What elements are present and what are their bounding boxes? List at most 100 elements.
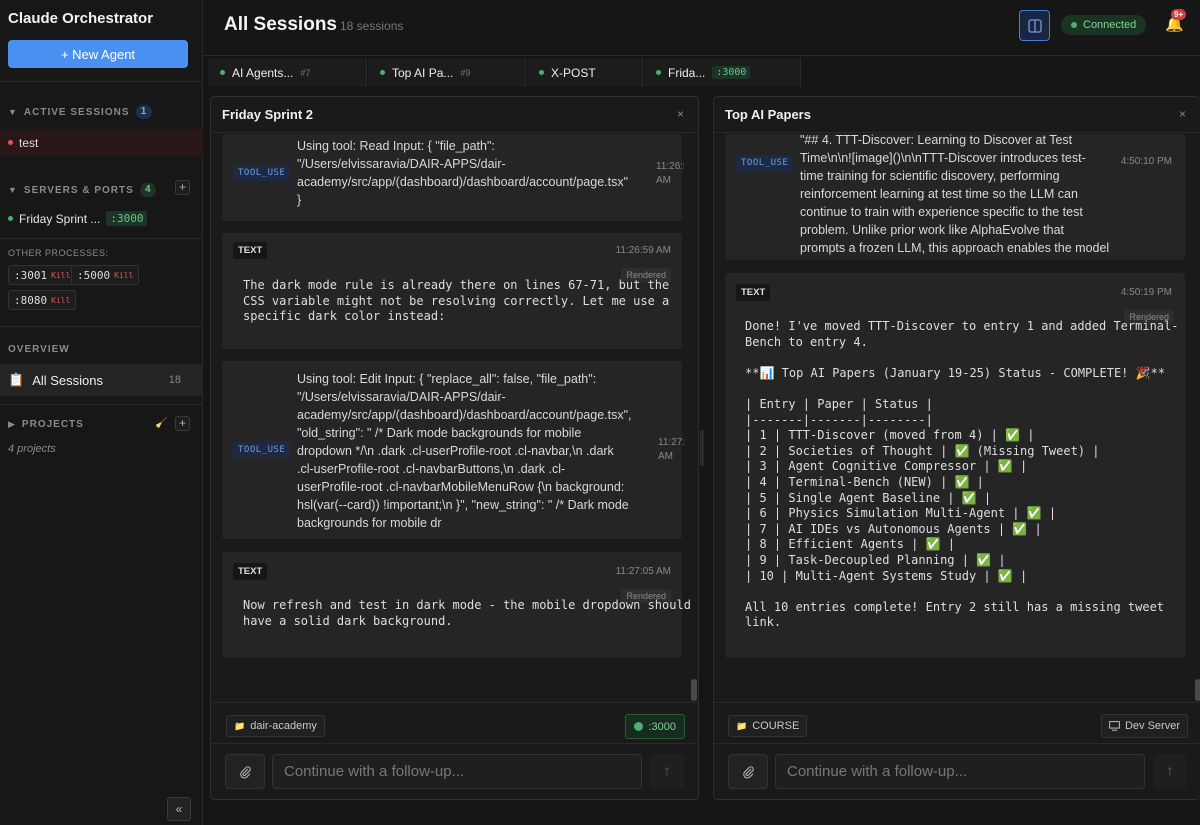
split-view-button[interactable] [1019, 10, 1050, 41]
kill-button[interactable]: Kill [114, 271, 133, 280]
tab-label: Frida... [668, 65, 706, 80]
tab-label: Top AI Pa... [392, 65, 454, 80]
status-dot [634, 722, 644, 731]
panel-title: Top AI Papers [725, 107, 811, 122]
process-chip: :8080 Kill [8, 290, 77, 310]
dev-server-button[interactable]: Dev Server [1100, 714, 1188, 738]
text-line: continue to train with experience specif… [800, 205, 1083, 219]
text-line: userProfile-root .cl-navbarMobileMenuRow… [297, 480, 625, 494]
message-feed[interactable]: TOOL_USE Using tool: Read Input: { "file… [211, 134, 698, 702]
page-title: All Sessions [224, 14, 337, 35]
status-dot [380, 70, 385, 75]
sidebar: Claude Orchestrator + New Agent ▼ ACTIVE… [0, 0, 203, 825]
input-row: ↑ [211, 743, 698, 799]
folder-icon: 📁 [234, 720, 246, 731]
server-port: :3000 [106, 211, 148, 226]
process-port: :8080 [14, 293, 48, 307]
divider [0, 404, 203, 405]
timestamp: 11:27:05 AM [615, 566, 671, 577]
broom-icon[interactable]: 🧹 [155, 418, 167, 429]
servers-count: 4 [139, 183, 156, 197]
projects-header[interactable]: ▶ PROJECTS [8, 419, 84, 430]
tab-number: #7 [300, 67, 311, 78]
other-processes-label: OTHER PROCESSES: [8, 248, 109, 258]
timestamp: 11:26:59 AM [615, 245, 671, 256]
tab-x-post[interactable]: X-POST [527, 58, 643, 87]
text-line: academy/src/app/(dashboard)/dashboard/ac… [297, 175, 629, 189]
send-button[interactable]: ↑ [650, 754, 684, 789]
all-sessions-label: All Sessions [32, 372, 103, 388]
projects-count: 4 projects [8, 443, 56, 455]
notification-badge: 9+ [1171, 9, 1187, 20]
session-item-test[interactable]: test [0, 129, 203, 156]
follow-up-input[interactable] [775, 754, 1145, 789]
session-panel-friday-sprint: Friday Sprint 2 × TOOL_USE Using tool: R… [210, 96, 699, 800]
arrow-up-icon: ↑ [663, 762, 671, 780]
timestamp: 4:50:19 PM [1120, 287, 1172, 298]
text-line: "/Users/elvissaravia/DAIR-APPS/dair- [297, 390, 506, 404]
attach-button[interactable] [225, 754, 265, 789]
tool-use-badge: TOOL_USE [233, 165, 291, 181]
scrollbar[interactable] [691, 679, 697, 701]
text-line: Using tool: Edit Input: { "replace_all":… [297, 372, 597, 386]
status-dot [8, 216, 13, 221]
session-label: test [19, 135, 39, 150]
message-text: The dark mode rule is already there on l… [243, 278, 670, 324]
text-line: } [297, 193, 302, 207]
text-line: prompts a frozen LLM, this approach enab… [800, 241, 1110, 255]
scrollbar[interactable] [1195, 679, 1200, 701]
panel-header: Friday Sprint 2 [211, 97, 698, 133]
project-label: dair-academy [250, 720, 317, 732]
follow-up-input[interactable] [272, 754, 642, 789]
status-dot [539, 70, 544, 75]
panel-resize-handle[interactable] [700, 430, 704, 466]
collapse-sidebar-button[interactable]: « [167, 797, 191, 821]
add-server-button[interactable]: + [175, 180, 190, 195]
tab-number: #9 [460, 67, 471, 78]
project-chip[interactable]: 📁 dair-academy [226, 715, 325, 737]
header: All Sessions 18 sessions Connected 🔔 9+ [203, 0, 1200, 56]
new-agent-button[interactable]: + New Agent [8, 40, 188, 68]
servers-header[interactable]: ▼ SERVERS & PORTS 4 [8, 183, 156, 197]
server-item[interactable]: Friday Sprint ... :3000 [8, 211, 148, 226]
dev-server-label: Dev Server [1124, 720, 1180, 732]
text-line: Using tool: Read Input: { "file_path": [297, 139, 495, 153]
active-sessions-header[interactable]: ▼ ACTIVE SESSIONS 1 [8, 105, 152, 119]
close-icon[interactable]: × [677, 107, 684, 121]
add-project-button[interactable]: + [175, 416, 190, 431]
send-button[interactable]: ↑ [1153, 754, 1187, 789]
close-icon[interactable]: × [1179, 107, 1186, 121]
projects-label: PROJECTS [21, 419, 84, 430]
folder-icon: 📁 [736, 720, 748, 731]
text-line: .cl-userProfile-root .cl-navbarButtons,\… [297, 462, 566, 476]
paperclip-icon [743, 765, 754, 779]
attach-button[interactable] [728, 754, 768, 789]
divider [0, 81, 203, 82]
session-count: 18 sessions [340, 19, 404, 33]
tab-label: AI Agents... [232, 65, 294, 80]
tool-use-badge: TOOL_USE [736, 155, 794, 171]
port-button[interactable]: :3000 [625, 714, 685, 739]
project-chip[interactable]: 📁 COURSE [728, 715, 808, 737]
message-feed[interactable]: TOOL_USE "## 4. TTT-Discover: Learning t… [714, 134, 1200, 702]
status-dot [656, 70, 661, 75]
chevron-right-icon: ▶ [8, 419, 16, 429]
tab-ai-agents[interactable]: AI Agents... #7 [208, 58, 367, 87]
divider [0, 238, 203, 239]
chevron-down-icon: ▼ [8, 185, 18, 195]
text-card: TEXT 4:50:19 PM Rendered Done! I've move… [725, 273, 1185, 658]
kill-button[interactable]: Kill [51, 296, 70, 305]
text-line: time training for scientific discovery, … [800, 169, 1060, 183]
text-card: TEXT 11:27:05 AM Rendered Now refresh an… [222, 552, 691, 658]
paperclip-icon [240, 765, 251, 779]
kill-button[interactable]: Kill [51, 271, 70, 280]
text-line: "old_string": " /* Dark mode backgrounds… [297, 426, 582, 440]
server-label: Friday Sprint ... [19, 211, 101, 226]
text-card: TEXT 11:26:59 AM Rendered The dark mode … [222, 233, 682, 349]
all-sessions-nav[interactable]: 📋 All Sessions 18 [0, 364, 203, 396]
tab-friday-sprint[interactable]: Frida... :3000 [644, 58, 801, 87]
tab-top-ai-papers[interactable]: Top AI Pa... #9 [368, 58, 526, 87]
connection-status: Connected [1061, 15, 1147, 35]
active-sessions-count: 1 [135, 105, 152, 119]
text-badge: TEXT [233, 242, 268, 259]
